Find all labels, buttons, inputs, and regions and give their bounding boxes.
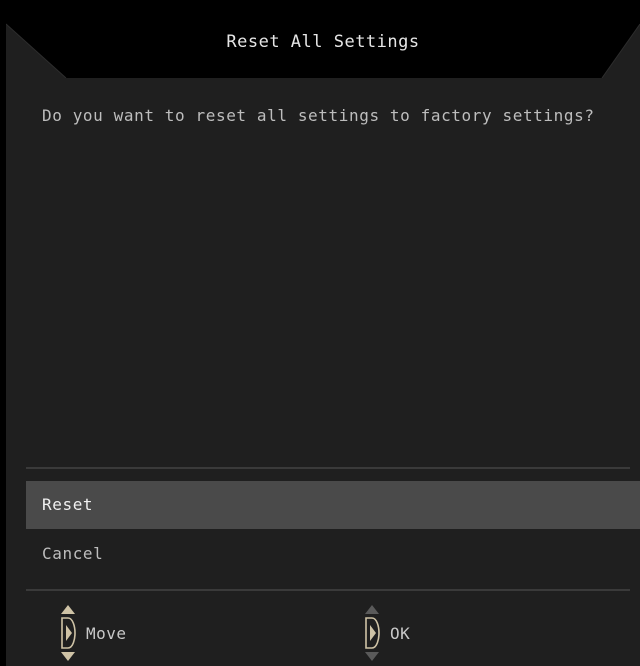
joystick-up-down-icon <box>61 605 76 661</box>
ok-hint-label: OK <box>390 623 411 643</box>
dialog-title: Reset All Settings <box>226 32 420 52</box>
cancel-option[interactable]: Cancel <box>26 530 640 578</box>
options-divider-bottom <box>26 589 630 591</box>
move-hint-label: Move <box>86 623 127 643</box>
joystick-press-icon <box>365 605 380 661</box>
dialog-message: Do you want to reset all settings to fac… <box>42 106 595 125</box>
reset-option-label: Reset <box>42 495 94 514</box>
dialog-header: Reset All Settings <box>6 6 640 78</box>
options-divider-top <box>26 467 630 469</box>
move-hint: Move <box>58 604 127 662</box>
reset-option[interactable]: Reset <box>26 481 640 529</box>
cancel-option-label: Cancel <box>42 544 104 563</box>
osd-dialog: Reset All Settings Do you want to reset … <box>6 6 640 666</box>
ok-hint: OK <box>362 604 410 662</box>
